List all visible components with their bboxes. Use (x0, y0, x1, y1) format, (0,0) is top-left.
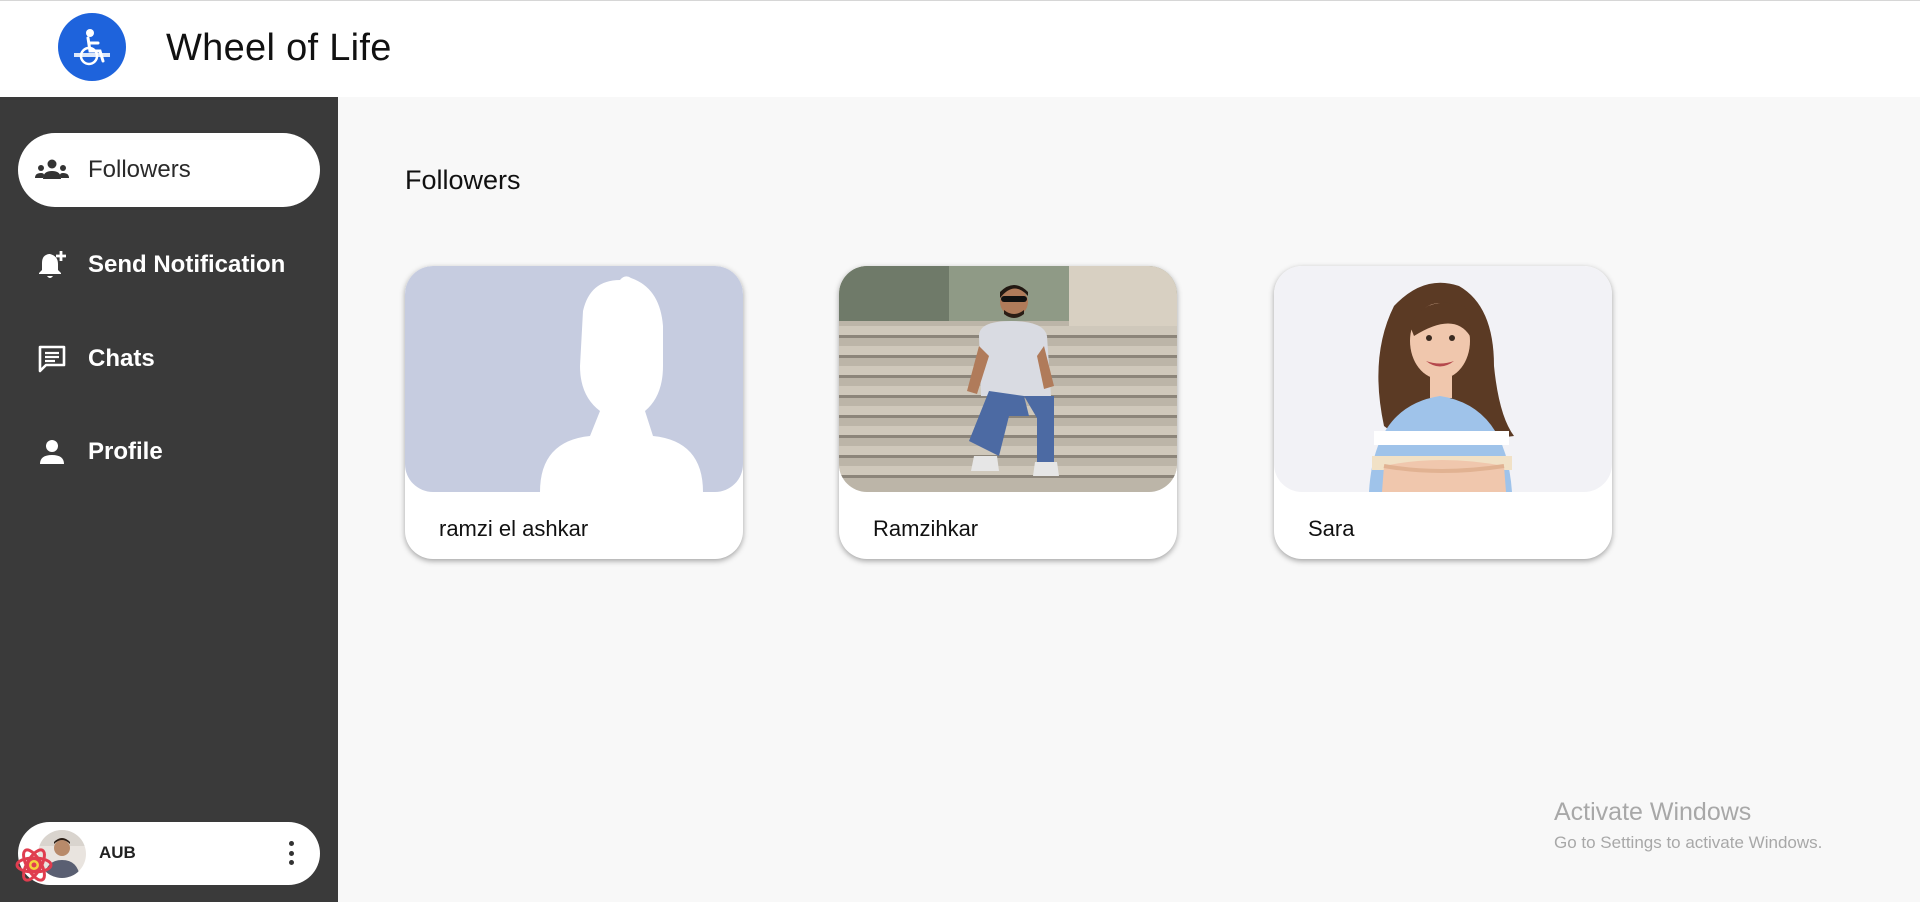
app-title: Wheel of Life (166, 27, 392, 69)
sidebar-item-chats[interactable]: Chats (18, 322, 320, 396)
sidebar-item-followers[interactable]: Followers (18, 133, 320, 207)
sidebar: Followers Send Notification Chats Profil… (0, 97, 338, 902)
follower-photo-placeholder (405, 266, 743, 492)
follower-photo-man (839, 266, 1177, 492)
chat-icon (34, 341, 70, 377)
follower-name: ramzi el ashkar (439, 516, 589, 541)
sidebar-item-profile[interactable]: Profile (18, 415, 320, 489)
more-vertical-icon[interactable] (284, 838, 298, 868)
watermark-title: Activate Windows (1554, 798, 1752, 826)
sidebar-item-label: Chats (88, 345, 155, 372)
follower-card[interactable]: Sara (1274, 266, 1612, 559)
person-icon (34, 434, 70, 470)
wheelchair-logo-icon[interactable] (58, 13, 126, 81)
bell-add-icon (34, 247, 70, 283)
follower-name: Ramzihkar (873, 516, 979, 541)
follower-card[interactable]: ramzi el ashkar (405, 266, 743, 559)
current-user-name: AUB (99, 843, 136, 862)
sidebar-item-label: Send Notification (88, 251, 286, 278)
windows-activation-watermark: Activate Windows Go to Settings to activ… (1554, 798, 1822, 853)
page-title: Followers (405, 165, 521, 195)
group-icon (34, 152, 70, 188)
current-user-pill[interactable]: AUB (18, 822, 320, 885)
sidebar-item-send-notification[interactable]: Send Notification (18, 228, 320, 302)
sidebar-item-label: Profile (88, 438, 163, 465)
sidebar-item-label: Followers (88, 156, 191, 183)
watermark-subtitle: Go to Settings to activate Windows. (1554, 833, 1823, 852)
follower-card[interactable]: Ramzihkar (839, 266, 1177, 559)
react-devtools-icon[interactable] (14, 845, 54, 885)
app-header: Wheel of Life (0, 0, 1920, 97)
follower-photo-woman (1274, 266, 1612, 492)
follower-name: Sara (1308, 516, 1355, 541)
